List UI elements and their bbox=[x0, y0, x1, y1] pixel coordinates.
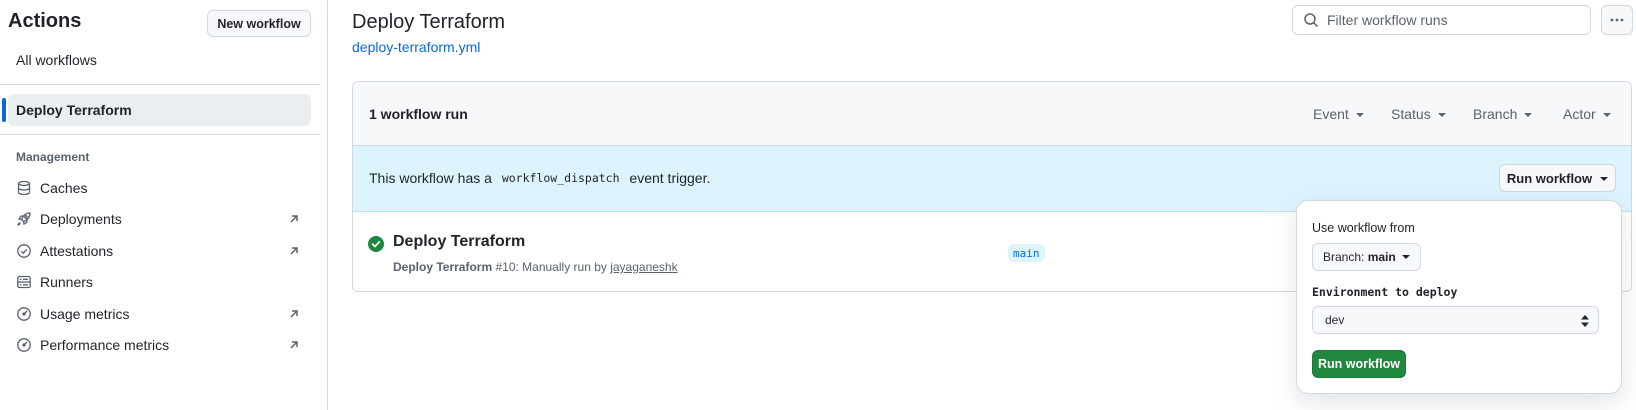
run-workflow-name: Deploy Terraform bbox=[393, 260, 493, 274]
filter-actor-dropdown[interactable]: Actor bbox=[1563, 106, 1611, 122]
arrow-up-right-icon bbox=[287, 338, 301, 352]
filter-runs-input[interactable] bbox=[1327, 12, 1577, 28]
sidebar-item-runners[interactable]: Runners bbox=[8, 267, 311, 297]
filter-label: Branch bbox=[1473, 106, 1518, 122]
rocket-icon bbox=[16, 211, 32, 227]
run-detail: #10: Manually run by bbox=[492, 260, 611, 274]
dispatch-suffix: event trigger. bbox=[625, 170, 711, 186]
sidebar-item-label: Usage metrics bbox=[40, 306, 130, 322]
search-icon bbox=[1303, 12, 1319, 28]
use-workflow-from-label: Use workflow from bbox=[1312, 221, 1415, 235]
environment-select[interactable]: dev bbox=[1312, 306, 1599, 334]
sidebar-item-label: Deploy Terraform bbox=[16, 102, 132, 118]
sidebar-item-usage-metrics[interactable]: Usage metrics bbox=[8, 299, 311, 329]
run-workflow-popover: Use workflow from Branch: main Environme… bbox=[1296, 200, 1622, 394]
filter-label: Actor bbox=[1563, 106, 1596, 122]
page-title: Deploy Terraform bbox=[352, 11, 506, 33]
environment-label: Environment to deploy bbox=[1312, 285, 1458, 299]
sidebar-item-attestations[interactable]: Attestations bbox=[8, 236, 311, 266]
workflow-file-link[interactable]: deploy-terraform.yml bbox=[352, 39, 480, 55]
caret-down-icon bbox=[1600, 177, 1609, 181]
caret-down-icon bbox=[1401, 255, 1410, 259]
check-circle-success-icon bbox=[368, 236, 384, 252]
sidebar-item-label: Attestations bbox=[40, 243, 114, 259]
sidebar-item-all-workflows[interactable]: All workflows bbox=[16, 52, 97, 68]
runs-header: 1 workflow run Event Status Branch Actor bbox=[353, 82, 1631, 146]
arrow-up-right-icon bbox=[287, 244, 301, 258]
dispatch-message: This workflow has a workflow_dispatch ev… bbox=[369, 170, 710, 186]
dispatch-prefix: This workflow has a bbox=[369, 170, 496, 186]
divider bbox=[0, 84, 320, 85]
branch-badge[interactable]: main bbox=[1008, 244, 1045, 262]
sidebar-item-caches[interactable]: Caches bbox=[8, 173, 311, 203]
sidebar-title: Actions bbox=[8, 10, 82, 32]
sidebar-item-label: Performance metrics bbox=[40, 337, 170, 353]
meter-icon bbox=[16, 306, 32, 322]
database-icon bbox=[16, 180, 32, 196]
sidebar-item-deployments[interactable]: Deployments bbox=[8, 204, 311, 234]
server-icon bbox=[16, 274, 32, 290]
sidebar-item-label: Runners bbox=[40, 274, 93, 290]
divider bbox=[0, 134, 320, 135]
meter-icon bbox=[16, 337, 32, 353]
select-updown-icon bbox=[1580, 314, 1590, 328]
verified-check-icon bbox=[16, 243, 32, 259]
filter-label: Status bbox=[1391, 106, 1431, 122]
sidebar-item-deploy-terraform[interactable]: Deploy Terraform bbox=[8, 94, 311, 126]
button-label: Run workflow bbox=[1506, 170, 1593, 186]
environment-value: dev bbox=[1325, 313, 1345, 327]
selected-indicator bbox=[2, 98, 6, 122]
sidebar-item-label: Caches bbox=[40, 180, 88, 196]
sidebar-item-performance-metrics[interactable]: Performance metrics bbox=[8, 330, 311, 360]
more-options-button[interactable] bbox=[1601, 5, 1633, 35]
new-workflow-button[interactable]: New workflow bbox=[207, 10, 311, 37]
filter-branch-dropdown[interactable]: Branch bbox=[1473, 106, 1533, 122]
caret-down-icon bbox=[1355, 113, 1364, 117]
run-subtitle: Deploy Terraform #10: Manually run by ja… bbox=[393, 260, 678, 274]
run-workflow-submit-button[interactable]: Run workflow bbox=[1312, 350, 1406, 378]
filter-status-dropdown[interactable]: Status bbox=[1391, 106, 1446, 122]
run-title[interactable]: Deploy Terraform bbox=[393, 233, 525, 251]
caret-down-icon bbox=[1524, 113, 1533, 117]
dispatch-code: workflow_dispatch bbox=[501, 171, 620, 185]
filter-label: Event bbox=[1313, 106, 1349, 122]
caret-down-icon bbox=[1602, 113, 1611, 117]
run-workflow-dropdown-button[interactable]: Run workflow bbox=[1499, 164, 1616, 192]
kebab-horizontal-icon bbox=[1609, 12, 1625, 28]
arrow-up-right-icon bbox=[287, 307, 301, 321]
filter-runs-field[interactable] bbox=[1292, 5, 1591, 35]
filter-event-dropdown[interactable]: Event bbox=[1313, 106, 1364, 122]
arrow-up-right-icon bbox=[287, 212, 301, 226]
management-heading: Management bbox=[16, 150, 90, 164]
caret-down-icon bbox=[1437, 113, 1446, 117]
runs-count: 1 workflow run bbox=[369, 106, 468, 122]
branch-prefix: Branch: bbox=[1323, 250, 1368, 264]
sidebar: Actions New workflow All workflows Deplo… bbox=[0, 0, 328, 410]
sidebar-item-label: Deployments bbox=[40, 211, 122, 227]
branch-select-button[interactable]: Branch: main bbox=[1312, 243, 1421, 271]
branch-value: main bbox=[1367, 250, 1396, 264]
run-actor-link[interactable]: jayaganeshk bbox=[610, 260, 677, 274]
